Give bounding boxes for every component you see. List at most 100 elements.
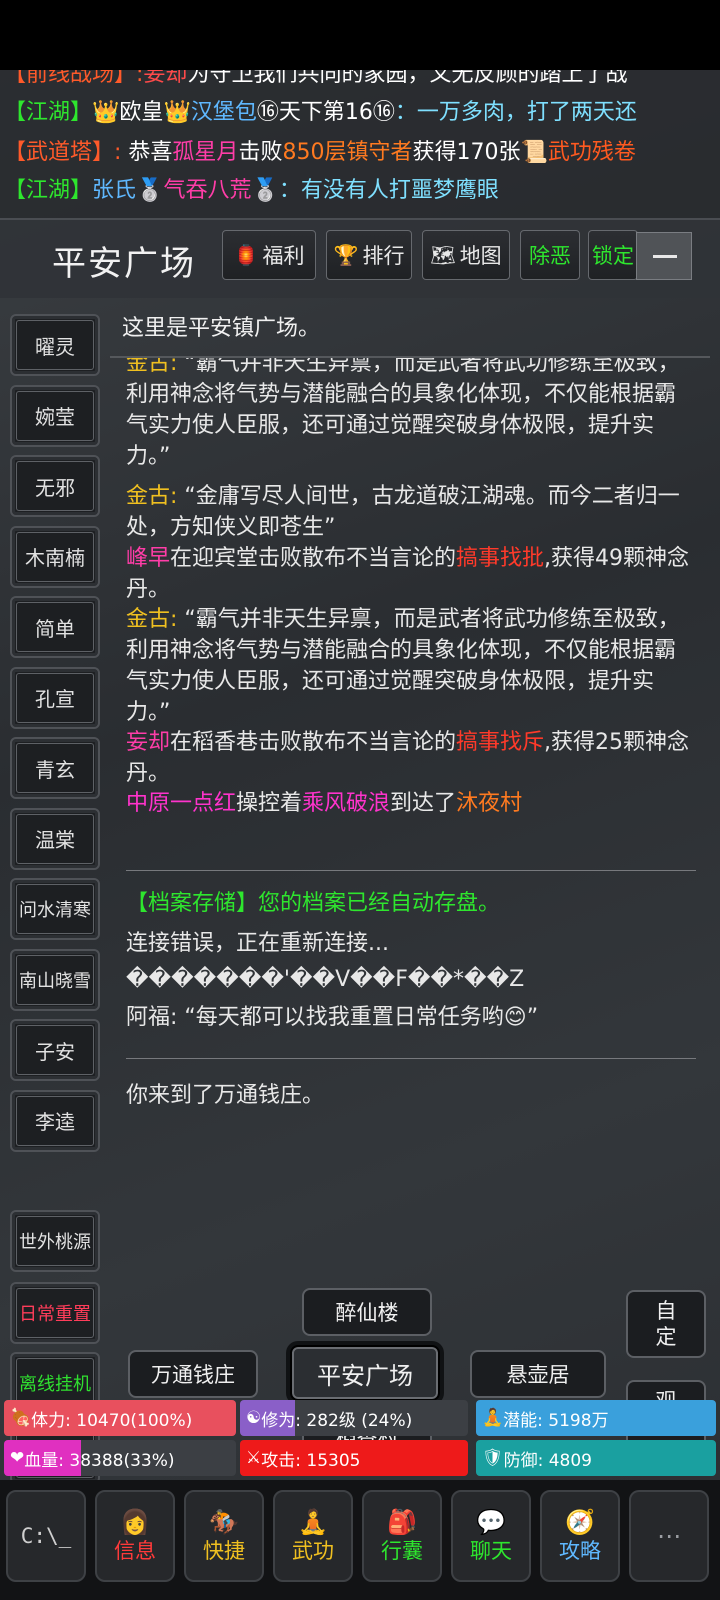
auto-button[interactable]: 自 定 [626,1290,706,1358]
tab-2[interactable]: 🏇 快捷 [184,1490,264,1582]
tab-6[interactable]: 🧭 攻略 [540,1490,620,1582]
ticker-line[interactable]: 【江湖】张氏🥈气吞八荒🥈：有没有人打噩梦鹰眼 [4,172,499,210]
potential-icon: 🧘 [482,1408,504,1428]
ticker-text: 汉堡包 [190,100,257,125]
ticker-text: 👑 [92,100,120,125]
stamina-icon: 🍖 [10,1408,32,1428]
header-button-label: 地图 [459,244,502,268]
log-text: 金古: [126,607,185,632]
log-entry: 中原一点红操控着乘风破浪到达了沐夜村 [126,788,696,819]
stat-stamina: 🍖 体力: 10470(100%) [4,1400,236,1436]
npc-button[interactable]: 孔宣 [10,666,100,729]
console-tab[interactable]: C:\_ [6,1490,86,1582]
log-entry: 金古: “金庸写尽人间世，古龙道破江湖魂。而今二者归一处，方知侠义即苍生” [126,481,696,543]
cultivation-icon: ☯ [246,1408,262,1428]
log-text: 在稻香巷击败散布不当言论的 [170,730,457,755]
quick-action-button[interactable]: 世外桃源 [10,1210,100,1272]
attack-icon: ⚔ [246,1448,262,1468]
ticker-line[interactable]: 【江湖】👑欧皇👑汉堡包⑯天下第16⑯：一万多肉，打了两天还 [4,94,637,132]
log-entry: 妄却在稻香巷击败散布不当言论的搞事找斥,获得25颗神念丹。 [126,727,696,789]
status-bar [0,0,720,70]
tab-icon: 🧭 [565,1508,595,1536]
current-location-button[interactable]: 平安广场 [290,1345,440,1401]
npc-button[interactable]: 无邪 [10,455,100,517]
exit-east-button[interactable]: 悬壶居 [470,1350,606,1398]
trophy-icon: 🏆 [333,243,359,267]
log-entry: 【档案存储】您的档案已经自动存盘。 [126,888,696,919]
ticker-text: 👑 [163,100,191,125]
log-text: 沐夜村 [456,791,523,816]
tab-1[interactable]: 👩 信息 [95,1490,175,1582]
npc-button[interactable]: 简单 [10,596,100,658]
header-button-3[interactable]: 除恶 [520,230,580,280]
log-divider [126,1058,696,1059]
stat-attack-label: 攻击: 15305 [261,1450,361,1471]
defense-icon: 🛡 [482,1448,504,1468]
ticker-text: 📜 [520,140,548,165]
ticker-text: ：有没有人打噩梦鹰眼 [278,178,499,203]
tab-icon: 🎒 [387,1508,417,1536]
hp-icon: ❤ [10,1448,25,1468]
stat-cultivation: ☯ 修为: 282级 (24%) [240,1400,468,1436]
tab-icon: 🧘 [298,1508,328,1536]
log-text: 乘风破浪 [302,791,391,816]
log-text: “每天都可以找我重置日常任务哟😊” [184,1005,539,1030]
stat-stamina-label: 体力: 10470(100%) [31,1410,193,1431]
log-text: “霸气并非天生异禀，而是武者将武功修练至极致，利用神念将气势与潜能融合的具象化体… [126,358,680,469]
ticker-text: 欧皇 [119,100,164,125]
npc-button[interactable]: 问水清寒 [10,878,100,940]
stat-attack: ⚔ 攻击: 15305 [240,1440,468,1476]
player-stats: 🍖 体力: 10470(100%) ☯ 修为: 282级 (24%) 🧘 潜能: 5198… [0,1400,720,1476]
console-icon: C:\_ [20,1524,72,1548]
tab-label: 聊天 [470,1539,512,1563]
log-text: “金庸写尽人间世，古龙道破江湖魂。而今二者归一处，方知侠义即苍生” [126,484,680,540]
tab-icon: 🏇 [209,1508,239,1536]
tab-label: 武功 [292,1539,334,1563]
npc-button[interactable]: 曜灵 [10,314,100,376]
more-tab[interactable]: ⋯ [629,1490,709,1582]
log-entry: 金古: “霸气并非天生异禀，而是武者将武功修练至极致，利用神念将气势与潜能融合的… [126,358,696,472]
ticker-text: 恭喜 [121,140,173,165]
tab-4[interactable]: 🎒 行囊 [362,1490,442,1582]
log-divider [126,870,696,871]
header-button-0[interactable]: 🏮 福利 [222,230,316,280]
ticker-line[interactable]: 【前线战场】:妄却为守卫我们共同的家园，义无反顾的踏上了战 [4,70,627,94]
npc-button[interactable]: 南山晓雪 [10,948,100,1011]
exit-north-button[interactable]: 醉仙楼 [302,1288,432,1336]
npc-button[interactable]: 木南楠 [10,525,100,588]
ticker-channel: 【江湖】 [4,100,93,125]
log-text: 连接错误，正在重新连接... [126,931,389,956]
ticker-channel: 【江湖】 [4,178,93,203]
header-button-2[interactable]: 🗺 地图 [422,230,510,280]
npc-button[interactable]: 婉莹 [10,384,100,447]
stat-hp-label: 血量: 38388(33%) [24,1450,175,1471]
ticker-channel: 【武道塔】: [4,140,122,165]
collapse-button[interactable] [636,232,692,280]
log-text: 你来到了万通钱庄。 [126,1083,325,1108]
header-button-label: 锁定 [592,244,634,268]
header-button-4[interactable]: 锁定 [588,230,638,280]
ticker-text: 为守卫我们共同的家园，义无反顾的踏上了战 [187,70,628,87]
header-button-1[interactable]: 🏆 排行 [326,230,412,280]
npc-button[interactable]: 子安 [10,1019,100,1081]
log-entry: 你来到了万通钱庄。 [126,1080,696,1111]
tab-5[interactable]: 💬 聊天 [451,1490,531,1582]
ticker-text: 气吞八荒 [163,178,252,203]
quick-action-button[interactable]: 日常重置 [10,1282,100,1344]
log-entry: 峰早在迎宾堂击败散布不当言论的搞事找批,获得49颗神念丹。 [126,543,696,605]
log-text: 峰早 [126,546,171,571]
log-scroll-area[interactable]: 金古: “霸气并非天生异禀，而是武者将武功修练至极致，利用神念将气势与潜能融合的… [110,358,710,1128]
tab-icon: 💬 [476,1508,506,1536]
log-text: 阿福: [126,1005,185,1030]
log-entry: 阿福: “每天都可以找我重置日常任务哟😊” [126,1002,696,1033]
ticker-line[interactable]: 【武道塔】: 恭喜孤星月击败850层镇守者获得170张📜武功残卷 [4,134,636,172]
stat-defense: 🛡 防御: 4809 [476,1440,716,1476]
stat-potential-label: 潜能: 5198万 [503,1410,609,1431]
ticker-text: 孤星月 [172,140,239,165]
tab-3[interactable]: 🧘 武功 [273,1490,353,1582]
exit-west-button[interactable]: 万通钱庄 [128,1350,258,1398]
npc-button[interactable]: 李逵 [10,1089,100,1152]
location-description: 这里是平安镇广场。 [122,316,321,341]
npc-button[interactable]: 温棠 [10,807,100,870]
npc-button[interactable]: 青玄 [10,737,100,799]
